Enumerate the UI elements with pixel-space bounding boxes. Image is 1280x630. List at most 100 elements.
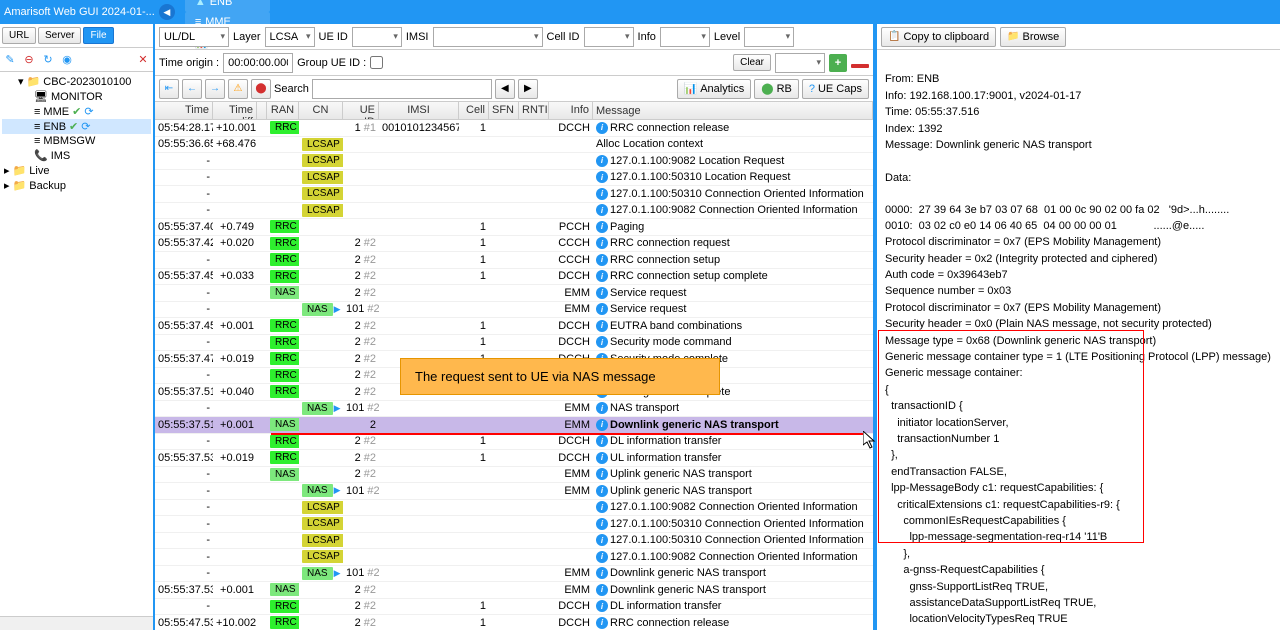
tree-view: ▾ 📁 CBC-2023010100 🖥 MONITOR≡ MME ✔ ⟳≡ E… xyxy=(0,72,153,616)
log-row[interactable]: -RRC▶2 #21DCCHi DL information transfer xyxy=(155,434,873,451)
search-next[interactable]: ▶ xyxy=(518,79,538,99)
tree-root[interactable]: ▾ 📁 CBC-2023010100 xyxy=(2,74,151,89)
tree-node-mbmsgw[interactable]: ≡ MBMSGW xyxy=(2,134,151,148)
log-row[interactable]: 05:55:37.456+0.001RRC▶2 #21DCCHi EUTRA b… xyxy=(155,318,873,335)
layer-combo[interactable]: LCSA xyxy=(265,27,315,47)
search-prev[interactable]: ◀ xyxy=(495,79,515,99)
group-ueid-checkbox[interactable] xyxy=(370,56,383,69)
log-row[interactable]: -LCSAP▶i 127.0.1.100:9082 Connection Ori… xyxy=(155,203,873,220)
left-panel: URL Server File ✎ ⊖ ↻ ◉ ✕ ▾ 📁 CBC-202301… xyxy=(0,24,155,630)
tree-node-ims[interactable]: 📞 IMS xyxy=(2,148,151,163)
rb-button[interactable]: ⬤RB xyxy=(754,79,799,99)
group-ueid-label: Group UE ID : xyxy=(297,57,366,69)
log-row[interactable]: -RRC▶2 #21DCCHi DL information transfer xyxy=(155,599,873,616)
uecaps-button[interactable]: ?UE Caps xyxy=(802,79,869,99)
remove-button[interactable] xyxy=(851,64,869,68)
info-combo[interactable] xyxy=(660,27,710,47)
log-row[interactable]: -RRC▶2 #21CCCHi RRC connection setup xyxy=(155,252,873,269)
log-row[interactable]: -NAS▶101 #2EMMi Downlink generic NAS tra… xyxy=(155,566,873,583)
log-row[interactable]: 05:54:28.177+10.001RRC▶1 #10010101234567… xyxy=(155,120,873,137)
cellid-combo[interactable] xyxy=(584,27,634,47)
nav-prev[interactable]: ← xyxy=(182,79,202,99)
nav-next[interactable]: → xyxy=(205,79,225,99)
log-row[interactable]: -LCSAP▶i 127.0.1.100:50310 Connection Or… xyxy=(155,516,873,533)
log-row[interactable]: 05:55:47.538+10.002RRC▶2 #21DCCHi RRC co… xyxy=(155,615,873,630)
log-row[interactable]: -LCSAP▶i 127.0.1.100:50310 Location Requ… xyxy=(155,170,873,187)
imsi-label: IMSI xyxy=(406,31,429,43)
level-combo[interactable] xyxy=(744,27,794,47)
detail-body[interactable]: From: ENB Info: 192.168.100.17:9001, v20… xyxy=(877,50,1280,630)
tree-node-monitor[interactable]: 🖥 MONITOR xyxy=(2,89,151,104)
title-bar: Amarisoft Web GUI 2024-01-... ◀ ≡Logs: 2… xyxy=(0,0,1280,24)
analytics-button[interactable]: 📊Analytics xyxy=(677,79,752,99)
log-body[interactable]: 05:54:28.177+10.001RRC▶1 #10010101234567… xyxy=(155,120,873,630)
tree-folder-live[interactable]: ▸ 📁 Live xyxy=(2,163,151,178)
nav-first[interactable]: ⇤ xyxy=(159,79,179,99)
highlight-box xyxy=(878,330,1144,543)
log-row[interactable]: 05:55:37.516+0.001NAS▶2EMMi Downlink gen… xyxy=(155,417,873,434)
right-toolbar: 📋 Copy to clipboard 📁 Browse xyxy=(877,24,1280,50)
url-button[interactable]: URL xyxy=(2,27,36,44)
close-icon[interactable]: ✕ xyxy=(135,52,151,68)
layer-label: Layer xyxy=(233,31,261,43)
refresh-icon[interactable]: ↻ xyxy=(40,52,56,68)
log-row[interactable]: 05:55:37.535+0.019RRC▶2 #21DCCHi UL info… xyxy=(155,450,873,467)
stop-icon[interactable]: ⊖ xyxy=(21,52,37,68)
log-row[interactable]: -LCSAP▶i 127.0.1.100:50310 Connection Or… xyxy=(155,186,873,203)
tree-folder-backup[interactable]: ▸ 📁 Backup xyxy=(2,178,151,193)
log-header: Time Time diff RAN CN UE ID IMSI Cell SF… xyxy=(155,102,873,120)
log-row[interactable]: -NAS▶101 #2EMMi Uplink generic NAS trans… xyxy=(155,483,873,500)
time-origin-input[interactable] xyxy=(223,53,293,73)
globe-icon[interactable]: ◉ xyxy=(59,52,75,68)
level-label: Level xyxy=(714,31,740,43)
log-row[interactable]: 05:55:37.402+0.749RRC▶1PCCHi Paging xyxy=(155,219,873,236)
highlight-underline xyxy=(271,433,865,435)
clear-button[interactable]: Clear xyxy=(733,54,771,71)
filter-row-2: Time origin : Group UE ID : Clear + xyxy=(155,50,873,76)
app-title: Amarisoft Web GUI 2024-01-... xyxy=(4,6,155,18)
left-toolbar: URL Server File xyxy=(0,24,153,48)
error-icon[interactable]: ⬤ xyxy=(251,79,271,99)
log-row[interactable]: -NAS▶101 #2EMMi NAS transport xyxy=(155,401,873,418)
log-row[interactable]: -LCSAP▶i 127.0.1.100:9082 Location Reque… xyxy=(155,153,873,170)
log-row[interactable]: -LCSAP▶i 127.0.1.100:9082 Connection Ori… xyxy=(155,500,873,517)
log-row[interactable]: -NAS▶2 #2EMMi Uplink generic NAS transpo… xyxy=(155,467,873,484)
right-panel: 📋 Copy to clipboard 📁 Browse From: ENB I… xyxy=(875,24,1280,630)
log-row[interactable]: 05:55:36.653+68.476LCSAP▶Alloc Location … xyxy=(155,137,873,154)
log-row[interactable]: -LCSAP▶i 127.0.1.100:50310 Connection Or… xyxy=(155,533,873,550)
center-panel: UL/DL Layer LCSA UE ID IMSI Cell ID Info… xyxy=(155,24,875,630)
left-icon-bar: ✎ ⊖ ↻ ◉ ✕ xyxy=(0,48,153,72)
collapse-icon[interactable]: ◀ xyxy=(159,4,175,20)
log-row[interactable]: -NAS▶101 #2EMMi Service request xyxy=(155,302,873,319)
imsi-combo[interactable] xyxy=(433,27,543,47)
ueid-combo[interactable] xyxy=(352,27,402,47)
uldl-combo[interactable]: UL/DL xyxy=(159,27,229,47)
file-button[interactable]: File xyxy=(83,27,113,44)
cellid-label: Cell ID xyxy=(547,31,580,43)
log-row[interactable]: -RRC▶2 #21DCCHi Security mode command xyxy=(155,335,873,352)
detail-header: From: ENB Info: 192.168.100.17:9001, v20… xyxy=(885,73,1092,183)
warn-icon[interactable]: ⚠ xyxy=(228,79,248,99)
log-row[interactable]: 05:55:37.536+0.001NAS▶2 #2EMMi Downlink … xyxy=(155,582,873,599)
tree-node-mme[interactable]: ≡ MME ✔ ⟳ xyxy=(2,104,151,119)
log-toolbar: ⇤ ← → ⚠ ⬤ Search ◀ ▶ 📊Analytics ⬤RB ?UE … xyxy=(155,76,873,102)
server-button[interactable]: Server xyxy=(38,27,81,44)
annotation-callout: The request sent to UE via NAS message xyxy=(400,358,720,395)
log-row[interactable]: -LCSAP▶i 127.0.1.100:9082 Connection Ori… xyxy=(155,549,873,566)
top-tab-enb[interactable]: ▲ENB xyxy=(185,0,270,12)
clear-combo[interactable] xyxy=(775,53,825,73)
copy-button[interactable]: 📋 Copy to clipboard xyxy=(881,27,996,47)
info-label: Info xyxy=(638,31,656,43)
log-row[interactable]: 05:55:37.422+0.020RRC▶2 #21CCCHi RRC con… xyxy=(155,236,873,253)
log-row[interactable]: 05:55:37.455+0.033RRC▶2 #21DCCHi RRC con… xyxy=(155,269,873,286)
wand-icon[interactable]: ✎ xyxy=(2,52,18,68)
browse-button[interactable]: 📁 Browse xyxy=(1000,27,1066,47)
search-input[interactable] xyxy=(312,79,492,99)
log-row[interactable]: -NAS▶2 #2EMMi Service request xyxy=(155,285,873,302)
add-button[interactable]: + xyxy=(829,54,847,72)
scrollbar-horizontal[interactable] xyxy=(0,616,153,630)
tree-node-enb[interactable]: ≡ ENB ✔ ⟳ xyxy=(2,119,151,134)
search-label: Search xyxy=(274,83,309,95)
ueid-label: UE ID xyxy=(319,31,348,43)
time-origin-label: Time origin : xyxy=(159,57,219,69)
